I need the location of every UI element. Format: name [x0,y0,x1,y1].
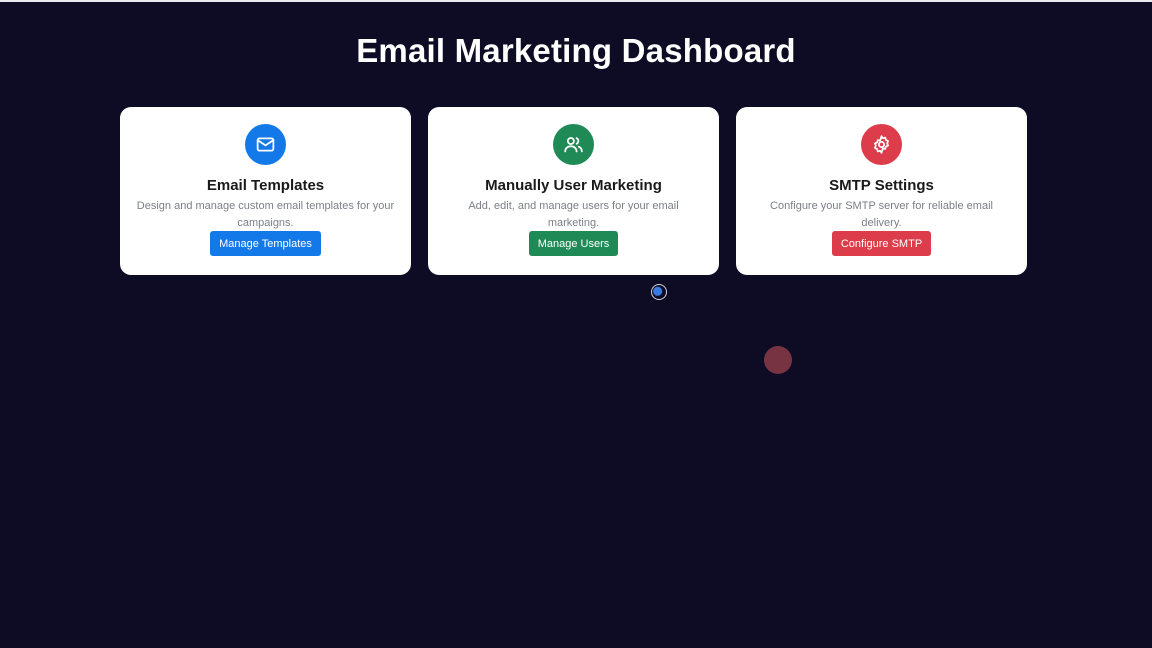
mail-icon [245,124,286,165]
card-title: Email Templates [206,177,325,194]
top-border [0,0,1152,2]
smtp-settings-card: SMTP Settings Configure your SMTP server… [736,107,1027,275]
click-indicator [764,346,792,374]
manage-templates-button[interactable]: Manage Templates [210,231,321,256]
configure-smtp-button[interactable]: Configure SMTP [831,231,932,256]
card-description: Add, edit, and manage users for your ema… [468,200,679,229]
users-icon [553,124,594,165]
user-marketing-card: Manually User Marketing Add, edit, and m… [428,107,719,275]
card-grid: Email Templates Design and manage custom… [120,107,1027,275]
dashboard-page: Email Marketing Dashboard Email Template… [0,0,1152,648]
card-description: Design and manage custom email templates… [136,200,395,229]
gear-icon [861,124,902,165]
card-title: Manually User Marketing [485,177,662,194]
page-title: Email Marketing Dashboard [356,32,796,69]
card-description: Configure your SMTP server for reliable … [770,200,993,229]
email-templates-card: Email Templates Design and manage custom… [120,107,411,275]
mouse-cursor-icon [651,284,667,300]
card-title: SMTP Settings [829,177,934,194]
manage-users-button[interactable]: Manage Users [528,231,619,256]
